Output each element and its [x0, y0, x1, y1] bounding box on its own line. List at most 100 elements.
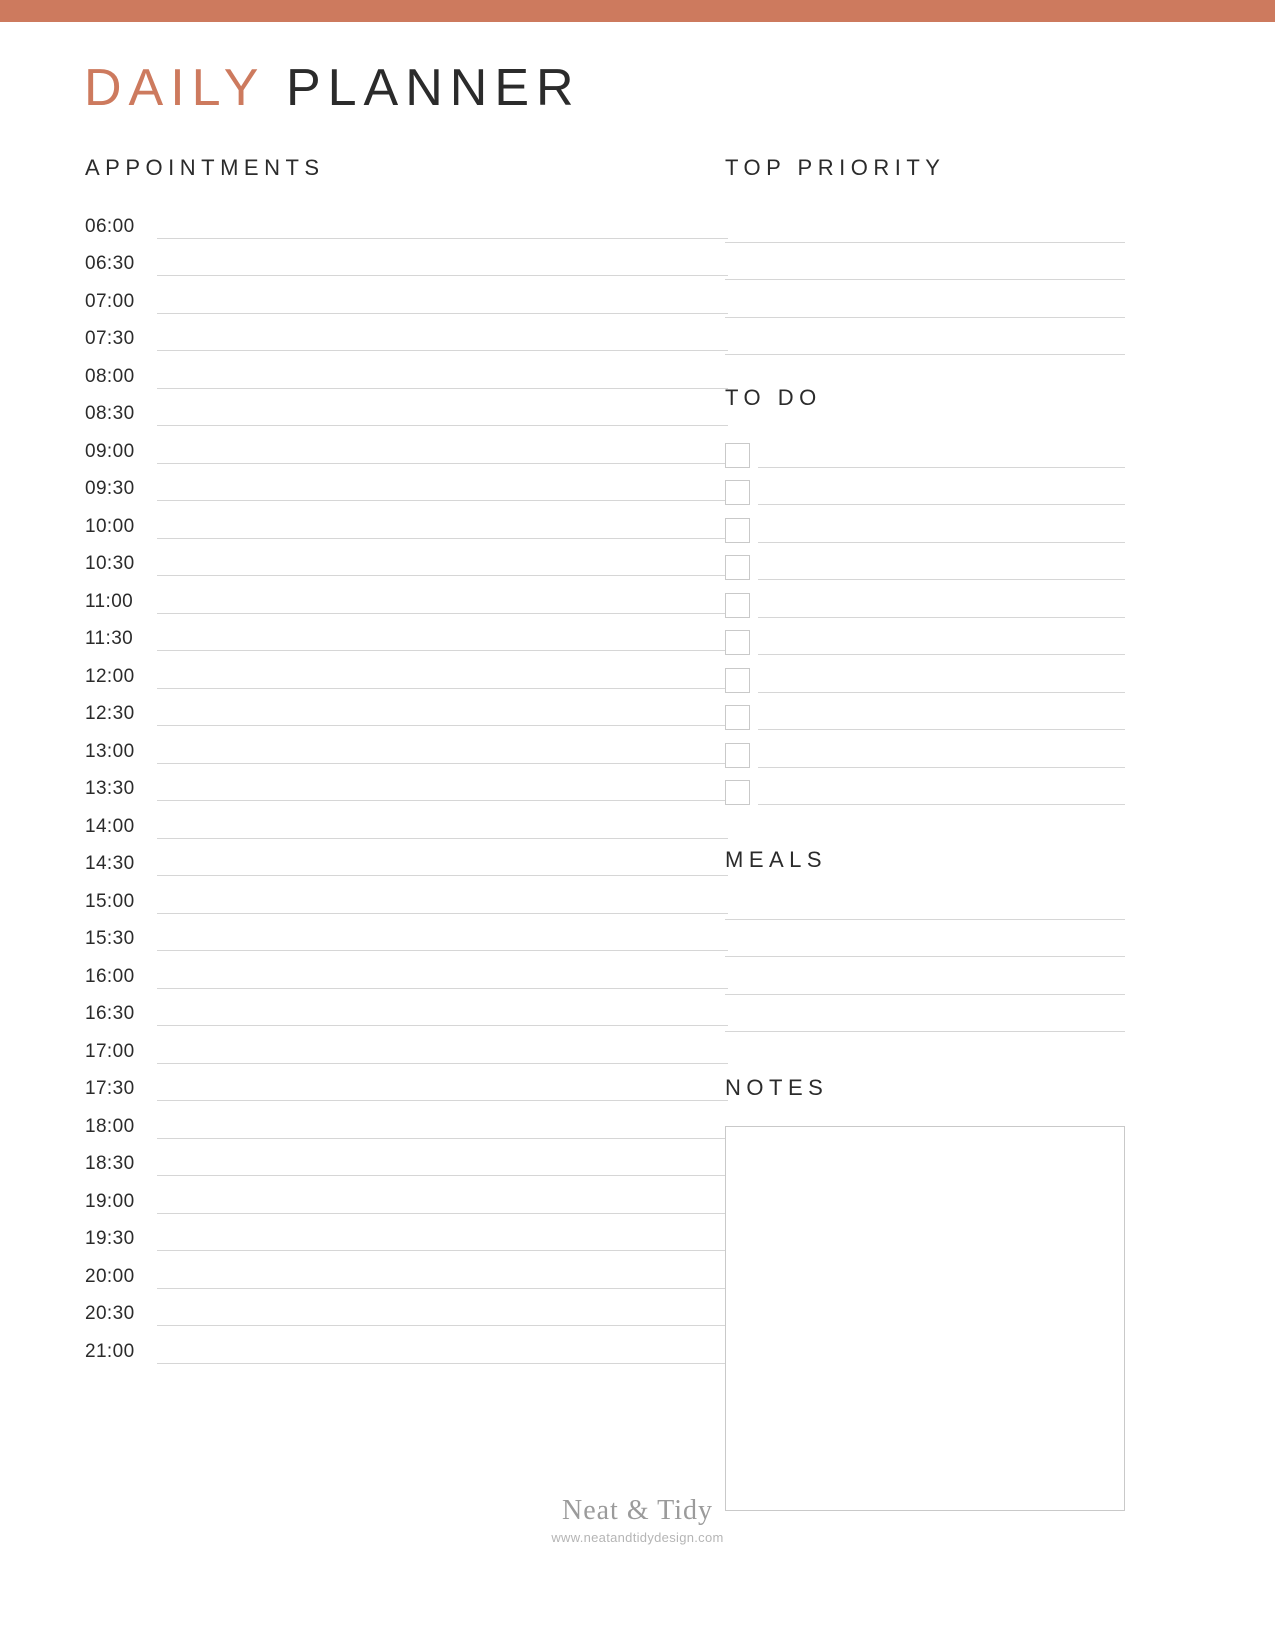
- appointment-write-line[interactable]: [157, 1287, 728, 1289]
- appointment-row[interactable]: 13:30: [85, 767, 728, 805]
- appointment-row[interactable]: 15:30: [85, 917, 728, 955]
- checkbox-icon[interactable]: [725, 592, 750, 618]
- appointment-row[interactable]: 07:00: [85, 279, 728, 317]
- appointment-row[interactable]: 18:00: [85, 1104, 728, 1142]
- top-priority-write-line[interactable]: [725, 354, 1125, 355]
- meals-write-line[interactable]: [725, 1031, 1125, 1032]
- to-do-row[interactable]: [725, 470, 1125, 508]
- top-priority-row[interactable]: [725, 318, 1125, 355]
- appointment-write-line[interactable]: [157, 1062, 728, 1064]
- appointment-write-line[interactable]: [157, 687, 728, 689]
- to-do-row[interactable]: [725, 507, 1125, 545]
- appointment-write-line[interactable]: [157, 950, 728, 951]
- appointment-row[interactable]: 10:30: [85, 542, 728, 580]
- to-do-row[interactable]: [725, 620, 1125, 658]
- to-do-write-line[interactable]: [758, 804, 1125, 805]
- appointment-row[interactable]: 14:30: [85, 842, 728, 880]
- appointment-write-line[interactable]: [157, 537, 728, 539]
- meals-row[interactable]: [725, 957, 1125, 995]
- checkbox-icon[interactable]: [725, 442, 750, 468]
- appointment-write-line[interactable]: [157, 612, 728, 614]
- to-do-row[interactable]: [725, 545, 1125, 583]
- appointment-row[interactable]: 18:30: [85, 1142, 728, 1180]
- top-priority-row[interactable]: [725, 205, 1125, 243]
- meals-row[interactable]: [725, 920, 1125, 957]
- to-do-write-line[interactable]: [758, 766, 1125, 768]
- appointment-row[interactable]: 12:00: [85, 654, 728, 692]
- appointment-write-line[interactable]: [157, 1212, 728, 1214]
- checkbox-icon[interactable]: [725, 630, 750, 655]
- appointment-row[interactable]: 06:00: [85, 204, 728, 242]
- to-do-write-line[interactable]: [758, 466, 1125, 468]
- appointment-row[interactable]: 07:30: [85, 317, 728, 355]
- appointment-write-line[interactable]: [157, 387, 728, 389]
- appointment-write-line[interactable]: [157, 1325, 728, 1326]
- appointment-row[interactable]: 06:30: [85, 242, 728, 280]
- appointment-write-line[interactable]: [157, 575, 728, 576]
- appointment-write-line[interactable]: [157, 462, 728, 464]
- to-do-write-line[interactable]: [758, 729, 1125, 730]
- appointment-row[interactable]: 20:00: [85, 1254, 728, 1292]
- appointment-row[interactable]: 19:30: [85, 1217, 728, 1255]
- checkbox-icon[interactable]: [725, 742, 750, 768]
- appointment-write-line[interactable]: [157, 762, 728, 764]
- to-do-write-line[interactable]: [758, 579, 1125, 580]
- meals-row[interactable]: [725, 882, 1125, 920]
- to-do-row[interactable]: [725, 432, 1125, 470]
- to-do-row[interactable]: [725, 695, 1125, 733]
- checkbox-icon[interactable]: [725, 517, 750, 543]
- appointment-row[interactable]: 15:00: [85, 879, 728, 917]
- to-do-write-line[interactable]: [758, 691, 1125, 693]
- appointment-write-line[interactable]: [157, 275, 728, 276]
- appointment-write-line[interactable]: [157, 237, 728, 239]
- to-do-write-line[interactable]: [758, 504, 1125, 505]
- appointment-write-line[interactable]: [157, 1100, 728, 1101]
- appointment-row[interactable]: 17:00: [85, 1029, 728, 1067]
- appointment-write-line[interactable]: [157, 350, 728, 351]
- to-do-row[interactable]: [725, 732, 1125, 770]
- appointment-row[interactable]: 11:30: [85, 617, 728, 655]
- appointment-write-line[interactable]: [157, 1250, 728, 1251]
- appointment-write-line[interactable]: [157, 1025, 728, 1026]
- appointment-row[interactable]: 21:00: [85, 1329, 728, 1367]
- appointment-row[interactable]: 20:30: [85, 1292, 728, 1330]
- appointment-row[interactable]: 17:30: [85, 1067, 728, 1105]
- checkbox-icon[interactable]: [725, 480, 750, 505]
- appointment-write-line[interactable]: [157, 837, 728, 839]
- checkbox-icon[interactable]: [725, 555, 750, 580]
- top-priority-row[interactable]: [725, 280, 1125, 318]
- top-priority-row[interactable]: [725, 243, 1125, 280]
- meals-row[interactable]: [725, 995, 1125, 1032]
- to-do-write-line[interactable]: [758, 541, 1125, 543]
- appointment-write-line[interactable]: [157, 425, 728, 426]
- appointment-write-line[interactable]: [157, 1175, 728, 1176]
- appointment-row[interactable]: 09:00: [85, 429, 728, 467]
- appointment-write-line[interactable]: [157, 312, 728, 314]
- to-do-row[interactable]: [725, 657, 1125, 695]
- to-do-write-line[interactable]: [758, 616, 1125, 618]
- appointment-row[interactable]: 19:00: [85, 1179, 728, 1217]
- appointment-write-line[interactable]: [157, 725, 728, 726]
- appointment-write-line[interactable]: [157, 500, 728, 501]
- appointment-write-line[interactable]: [157, 1362, 728, 1364]
- to-do-row[interactable]: [725, 582, 1125, 620]
- checkbox-icon[interactable]: [725, 667, 750, 693]
- checkbox-icon[interactable]: [725, 705, 750, 730]
- notes-input-box[interactable]: [725, 1126, 1125, 1511]
- appointment-row[interactable]: 09:30: [85, 467, 728, 505]
- checkbox-icon[interactable]: [725, 780, 750, 805]
- appointment-write-line[interactable]: [157, 800, 728, 801]
- appointment-row[interactable]: 08:30: [85, 392, 728, 430]
- appointment-row[interactable]: 16:00: [85, 954, 728, 992]
- appointment-write-line[interactable]: [157, 912, 728, 914]
- appointment-write-line[interactable]: [157, 875, 728, 876]
- appointment-row[interactable]: 16:30: [85, 992, 728, 1030]
- appointment-row[interactable]: 12:30: [85, 692, 728, 730]
- to-do-row[interactable]: [725, 770, 1125, 808]
- appointment-row[interactable]: 10:00: [85, 504, 728, 542]
- appointment-write-line[interactable]: [157, 650, 728, 651]
- appointment-row[interactable]: 13:00: [85, 729, 728, 767]
- appointment-row[interactable]: 11:00: [85, 579, 728, 617]
- appointment-row[interactable]: 14:00: [85, 804, 728, 842]
- appointment-write-line[interactable]: [157, 987, 728, 989]
